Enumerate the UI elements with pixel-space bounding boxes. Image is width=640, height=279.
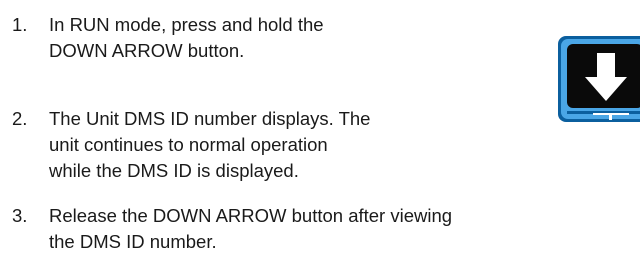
step-text: In RUN mode, press and hold the DOWN ARR… (49, 14, 324, 61)
step-text: The Unit DMS ID number displays. The uni… (49, 108, 371, 181)
down-arrow-button-graphic (558, 36, 640, 122)
step-number: 2. (12, 108, 28, 129)
down-arrow-button-icon (557, 35, 640, 123)
step-number: 3. (12, 205, 28, 226)
step-text: Release the DOWN ARROW button after view… (49, 205, 453, 252)
step-number: 1. (12, 14, 28, 35)
